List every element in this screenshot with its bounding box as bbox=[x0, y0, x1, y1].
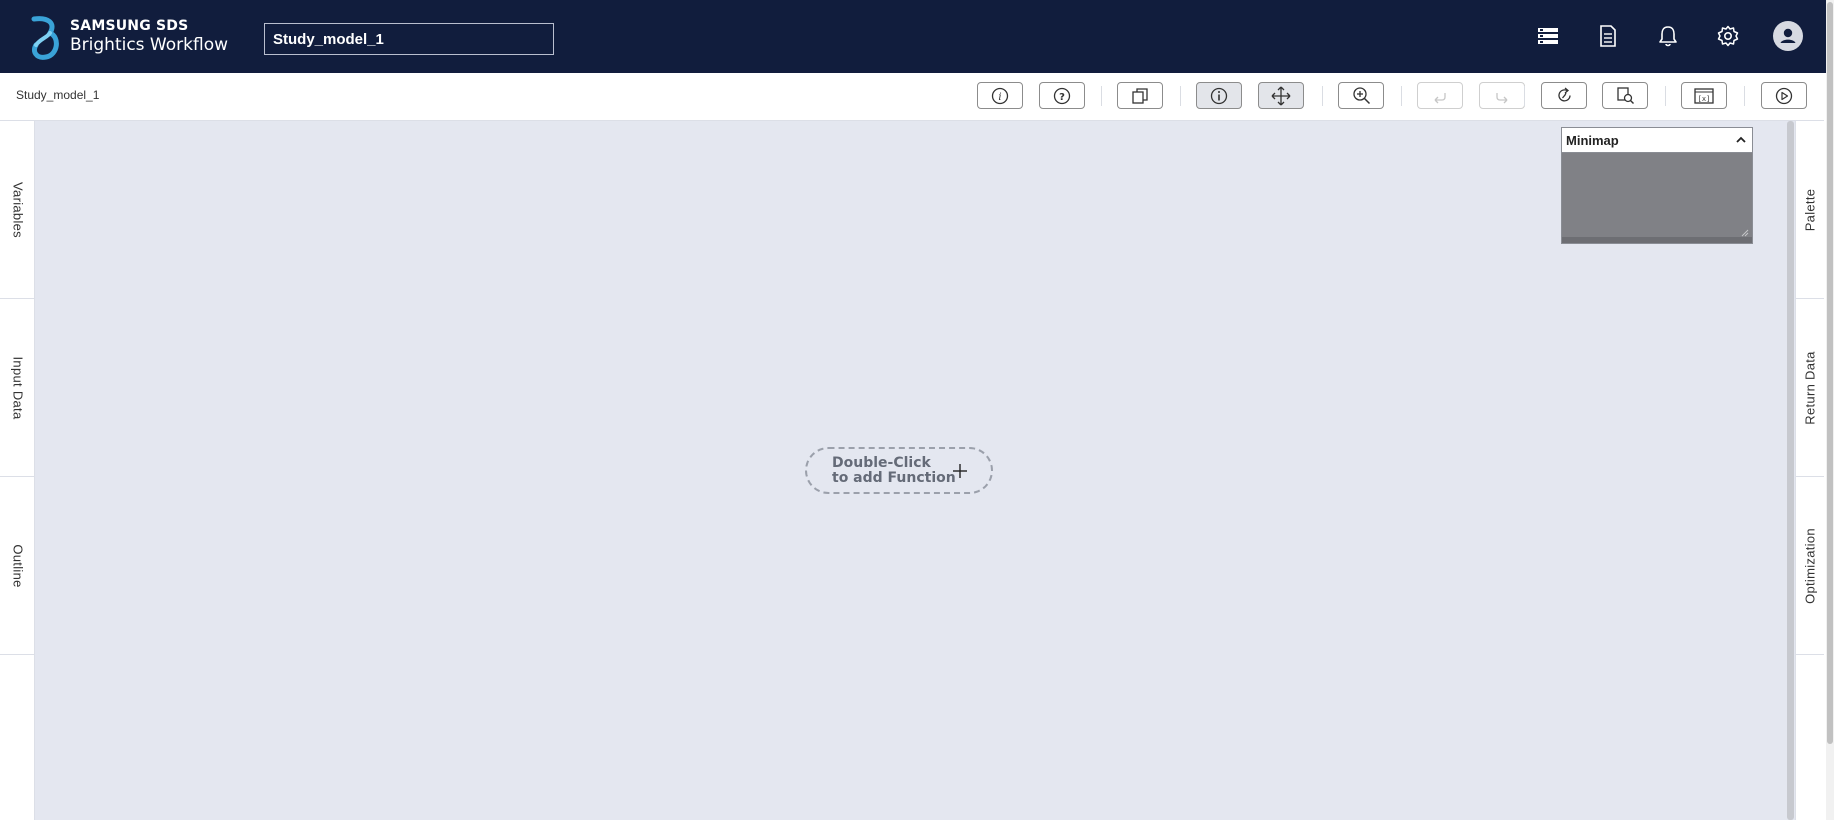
tab-outline[interactable]: Outline bbox=[0, 477, 35, 655]
bell-icon[interactable] bbox=[1651, 19, 1685, 53]
tab-variables[interactable]: Variables bbox=[0, 121, 35, 299]
brightics-logo-icon bbox=[31, 16, 59, 60]
toolbar-separator bbox=[1180, 86, 1181, 106]
breadcrumb: Study_model_1 bbox=[16, 88, 100, 102]
tab-variables-label: Variables bbox=[10, 181, 25, 238]
tab-optimization-label: Optimization bbox=[1802, 527, 1818, 604]
toolbar-separator bbox=[1401, 86, 1402, 106]
refresh-button[interactable] bbox=[1541, 82, 1587, 109]
info-active-icon bbox=[1210, 87, 1228, 104]
brand: SAMSUNG SDS Brightics Workflow bbox=[70, 17, 228, 55]
run-icon bbox=[1775, 87, 1793, 104]
undo-icon bbox=[1434, 92, 1446, 103]
move-button[interactable] bbox=[1258, 82, 1304, 109]
page-scrollbar-thumb[interactable] bbox=[1827, 2, 1833, 744]
redo-icon bbox=[1496, 92, 1508, 103]
help-button[interactable]: ? bbox=[1039, 82, 1085, 109]
variable-icon: [x] bbox=[1694, 87, 1714, 104]
tab-input-data-label: Input Data bbox=[10, 356, 25, 419]
svg-text:[x]: [x] bbox=[1698, 95, 1711, 103]
zoom-in-icon bbox=[1352, 87, 1370, 105]
gear-icon[interactable] bbox=[1711, 19, 1745, 53]
toolbar-separator bbox=[1665, 86, 1666, 106]
toolbar-separator bbox=[1322, 86, 1323, 106]
canvas-scrollbar-thumb[interactable] bbox=[1787, 121, 1794, 820]
minimap-header: Minimap bbox=[1562, 128, 1752, 153]
toolbar-separator bbox=[1524, 86, 1525, 106]
chevron-up-icon[interactable] bbox=[1734, 133, 1748, 147]
zoom-in-button[interactable] bbox=[1338, 82, 1384, 109]
undo-button[interactable] bbox=[1417, 82, 1463, 109]
minimap[interactable]: Minimap bbox=[1561, 127, 1753, 244]
left-side-panel: Variables Input Data Outline bbox=[0, 121, 35, 820]
info-icon: i bbox=[991, 87, 1009, 104]
app-header: SAMSUNG SDS Brightics Workflow bbox=[0, 0, 1834, 73]
info-button[interactable]: i bbox=[977, 82, 1023, 109]
brand-company: SAMSUNG SDS bbox=[70, 18, 189, 34]
toolbar-separator bbox=[1101, 86, 1102, 106]
tab-return-data-label: Return Data bbox=[1802, 350, 1818, 425]
refresh-icon bbox=[1557, 87, 1571, 102]
svg-text:?: ? bbox=[1059, 92, 1065, 103]
add-function-text: Double-Click to add Function bbox=[832, 454, 956, 486]
add-function-line1: Double-Click bbox=[832, 454, 931, 471]
resize-handle-icon[interactable] bbox=[1741, 229, 1749, 237]
add-function-placeholder[interactable]: Double-Click to add Function bbox=[805, 447, 993, 494]
tab-optimization[interactable]: Optimization bbox=[1796, 477, 1824, 655]
copy-button[interactable] bbox=[1117, 82, 1163, 109]
tab-return-data[interactable]: Return Data bbox=[1796, 299, 1824, 477]
model-name-input[interactable] bbox=[264, 23, 554, 55]
minimap-footer bbox=[1562, 237, 1752, 243]
info-toggle-button[interactable] bbox=[1196, 82, 1242, 109]
copy-icon bbox=[1132, 87, 1148, 104]
tab-input-data[interactable]: Input Data bbox=[0, 299, 35, 477]
plus-icon bbox=[953, 464, 967, 478]
workflow-toolbar: Study_model_1 i ? [x] bbox=[0, 73, 1824, 121]
tab-outline-label: Outline bbox=[10, 543, 25, 588]
help-icon: ? bbox=[1053, 87, 1071, 104]
tab-palette[interactable]: Palette bbox=[1796, 121, 1824, 299]
move-icon bbox=[1271, 86, 1291, 105]
page-scrollbar[interactable] bbox=[1826, 0, 1834, 820]
brand-product: Brightics Workflow bbox=[70, 35, 228, 55]
search-document-icon bbox=[1616, 87, 1634, 104]
canvas-scrollbar[interactable] bbox=[1786, 121, 1795, 820]
document-icon[interactable] bbox=[1591, 19, 1625, 53]
tab-palette-label: Palette bbox=[1802, 188, 1818, 231]
database-icon[interactable] bbox=[1531, 19, 1565, 53]
search-document-button[interactable] bbox=[1602, 82, 1648, 109]
minimap-title: Minimap bbox=[1566, 133, 1619, 148]
toolbar-separator bbox=[1744, 86, 1745, 106]
redo-button[interactable] bbox=[1479, 82, 1525, 109]
add-function-line2: to add Function bbox=[832, 469, 956, 486]
variable-button[interactable]: [x] bbox=[1681, 82, 1727, 109]
run-button[interactable] bbox=[1761, 82, 1807, 109]
user-avatar-icon[interactable] bbox=[1771, 19, 1805, 53]
svg-text:i: i bbox=[998, 92, 1001, 103]
